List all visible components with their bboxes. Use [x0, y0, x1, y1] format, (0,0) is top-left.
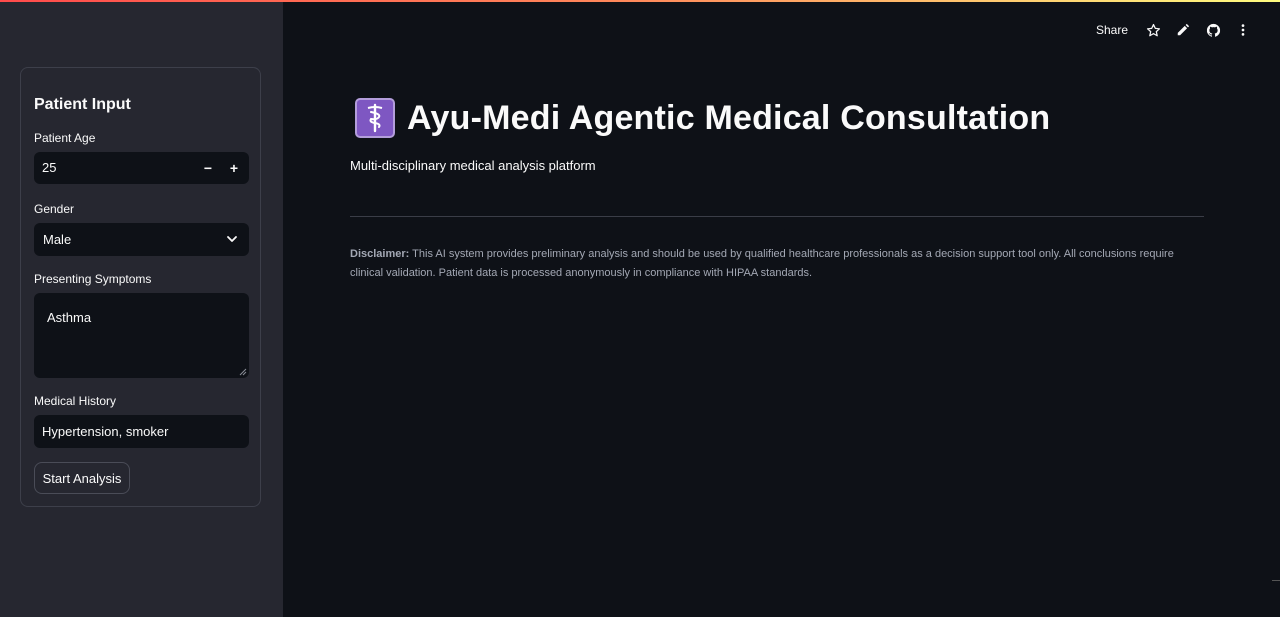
gender-label: Gender: [34, 202, 75, 216]
disclaimer-body: This AI system provides preliminary anal…: [350, 248, 1174, 279]
top-accent-bar: [0, 0, 1280, 2]
resize-handle-icon[interactable]: [239, 368, 247, 376]
symptoms-value[interactable]: Asthma: [47, 310, 91, 325]
history-label: Medical History: [34, 394, 117, 408]
age-number-input[interactable]: 25 − +: [34, 152, 249, 184]
share-button[interactable]: Share: [1096, 23, 1128, 37]
sidebar: Patient Input Patient Age 25 − + Gender …: [0, 0, 283, 617]
symptoms-label: Presenting Symptoms: [34, 272, 152, 286]
page-title: Ayu-Medi Agentic Medical Consultation: [355, 98, 1050, 138]
medical-symbol-icon: [355, 98, 395, 138]
gender-select[interactable]: Male: [34, 223, 249, 256]
history-text-input[interactable]: Hypertension, smoker: [34, 415, 249, 448]
more-vertical-icon[interactable]: [1234, 21, 1252, 39]
divider: [350, 216, 1204, 217]
page-subtitle: Multi-disciplinary medical analysis plat…: [350, 158, 596, 173]
gender-selected-value[interactable]: Male: [43, 232, 71, 247]
disclaimer-text: Disclaimer: This AI system provides prel…: [350, 245, 1200, 283]
pencil-icon[interactable]: [1174, 21, 1192, 39]
age-increment-button[interactable]: +: [221, 152, 247, 184]
scrollbar-marker: [1272, 580, 1280, 581]
age-label: Patient Age: [34, 131, 96, 145]
history-value[interactable]: Hypertension, smoker: [42, 424, 168, 439]
patient-input-form: Patient Input Patient Age 25 − + Gender …: [20, 67, 261, 507]
app-toolbar: Share: [1096, 18, 1252, 42]
age-decrement-button[interactable]: −: [195, 152, 221, 184]
github-icon[interactable]: [1204, 21, 1222, 39]
disclaimer-label: Disclaimer:: [350, 248, 410, 260]
app-title: Ayu-Medi Agentic Medical Consultation: [407, 98, 1051, 137]
age-value[interactable]: 25: [42, 160, 56, 175]
symptoms-textarea[interactable]: Asthma: [34, 293, 249, 378]
start-analysis-button[interactable]: Start Analysis: [34, 462, 130, 494]
form-title: Patient Input: [34, 96, 131, 113]
star-icon[interactable]: [1144, 21, 1162, 39]
chevron-down-icon[interactable]: [225, 232, 239, 246]
